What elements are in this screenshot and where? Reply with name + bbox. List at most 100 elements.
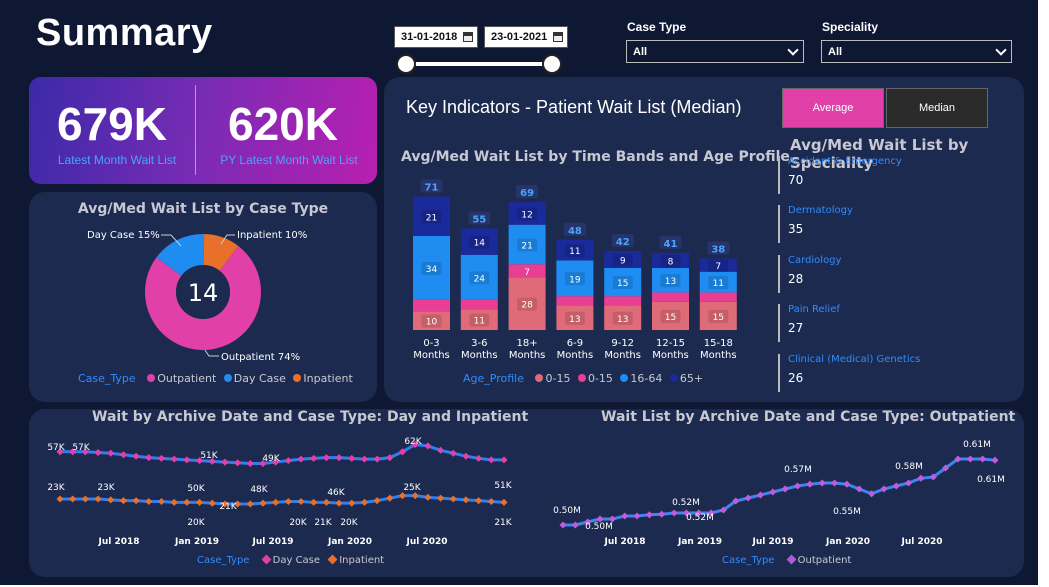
data-point-day-case (310, 454, 318, 462)
data-point-outpatient (633, 512, 641, 520)
legend-swatch-outpatient (786, 554, 797, 565)
speciality-value: 28 (788, 272, 804, 286)
data-point-inpatient (424, 493, 432, 501)
data-label: 20K (289, 518, 307, 528)
legend-swatch-65 (669, 374, 678, 382)
data-point-inpatient (310, 498, 318, 506)
data-point-inpatient (500, 498, 508, 506)
bar-total-label: 48 (568, 226, 582, 237)
data-point-inpatient (81, 495, 89, 503)
x-tick-label: Jul 2020 (405, 537, 447, 547)
start-date-value: 31-01-2018 (401, 31, 458, 43)
data-point-inpatient (119, 497, 127, 505)
data-label: 25K (403, 483, 421, 493)
data-point-day-case (170, 455, 178, 463)
data-point-inpatient (196, 498, 204, 506)
latest-month-wait-label: Latest Month Wait List (57, 153, 177, 167)
data-label: 0.58M (895, 462, 923, 472)
legend-swatch-day-case (261, 554, 272, 565)
date-slider-end-handle[interactable] (542, 54, 562, 74)
data-point-day-case (487, 456, 495, 464)
data-label: 57K (47, 443, 65, 453)
data-label: 51K (200, 451, 218, 461)
data-point-day-case (119, 451, 127, 459)
bar-data-label: 11 (569, 247, 580, 257)
legend-swatch-16-64 (620, 374, 629, 382)
bar-data-label: 13 (617, 315, 628, 325)
x-tick-label: Jan 2020 (825, 537, 870, 547)
x-tick-label: 3-6 (471, 338, 487, 349)
bar-total-label: 71 (425, 183, 439, 194)
data-point-inpatient (437, 494, 445, 502)
bar-data-label: 10 (426, 318, 438, 328)
data-point-inpatient (272, 498, 280, 506)
speciality-value: 70 (788, 173, 804, 187)
data-point-day-case (221, 458, 229, 466)
data-label: 50K (187, 484, 205, 494)
bar-total-label: 38 (711, 245, 725, 256)
legend-item-day-case: Day Case (272, 555, 321, 566)
day-inpatient-line-chart: 57K 57K 51K 49K 62K 51K 23K 23K 50K 21K 48K 20K 46K 2… (47, 437, 512, 547)
speciality-dropdown[interactable]: All (821, 40, 1012, 63)
x-tick-label: 18+ (517, 338, 538, 349)
data-point-inpatient (297, 497, 305, 506)
average-toggle-button[interactable]: Average (782, 88, 884, 128)
calendar-icon[interactable] (463, 32, 473, 42)
speciality-value: 26 (788, 371, 804, 385)
x-tick-label: Jan 2019 (174, 537, 219, 547)
data-label: 49K (262, 454, 280, 464)
data-point-outpatient (645, 511, 653, 519)
bar-data-label: 7 (715, 262, 721, 272)
data-point-inpatient (56, 495, 64, 503)
data-point-day-case (360, 455, 368, 463)
end-date-input[interactable]: 23-01-2021 (484, 26, 568, 48)
day-inpatient-chart-title: Wait by Archive Date and Case Type: Day … (92, 409, 529, 425)
bar-data-label: 15 (713, 313, 724, 323)
data-point-inpatient (398, 492, 407, 500)
data-point-day-case (462, 452, 470, 460)
data-point-day-case (183, 456, 191, 464)
bar-total-label: 41 (664, 239, 678, 250)
speciality-filter-label: Speciality (822, 20, 879, 34)
date-slider-start-handle[interactable] (396, 54, 416, 74)
page-title: Summary (36, 12, 213, 54)
slice-label-inpatient: Inpatient 10% (237, 230, 307, 241)
data-point-inpatient (411, 492, 419, 500)
legend-item-inpatient: Inpatient (339, 555, 385, 566)
data-point-inpatient (246, 500, 254, 508)
bar-segment (556, 296, 594, 306)
speciality-row: Accident & Emergency 70 (778, 156, 902, 194)
bar-data-label: 9 (620, 257, 626, 267)
data-point-inpatient (449, 495, 457, 503)
data-label: 21K (314, 518, 332, 528)
start-date-input[interactable]: 31-01-2018 (394, 26, 478, 48)
speciality-row: Clinical (Medical) Genetics 26 (778, 354, 920, 392)
kpi-card: 679K Latest Month Wait List 620K PY Late… (29, 77, 377, 184)
data-point-day-case (424, 442, 432, 450)
speciality-value: 35 (788, 222, 804, 236)
bar-total-label: 42 (616, 237, 630, 248)
data-point-day-case (475, 454, 483, 462)
case-type-dropdown[interactable]: All (626, 40, 804, 63)
x-tick-label: 12-15 (656, 338, 685, 349)
data-point-outpatient (769, 488, 777, 496)
case-type-chart-title: Avg/Med Wait List by Case Type (77, 201, 329, 217)
calendar-icon[interactable] (553, 32, 563, 42)
data-label: 0.50M (585, 522, 613, 532)
data-label: 51K (494, 481, 512, 491)
data-point-inpatient (348, 499, 356, 507)
data-label: 0.52M (672, 498, 700, 508)
data-point-outpatient (831, 479, 839, 487)
data-point-outpatient (756, 491, 765, 499)
py-latest-month-wait-label: PY Latest Month Wait List (220, 153, 358, 167)
date-range-slider[interactable] (406, 62, 552, 66)
data-point-inpatient (208, 499, 216, 507)
bar-data-label: 34 (426, 265, 438, 275)
data-point-day-case (157, 454, 166, 462)
data-point-outpatient (621, 512, 629, 520)
x-tick-label: Months (604, 350, 641, 361)
data-point-day-case (373, 455, 381, 463)
leader-line (204, 349, 219, 357)
data-point-inpatient (94, 495, 102, 503)
median-toggle-button[interactable]: Median (886, 88, 988, 128)
